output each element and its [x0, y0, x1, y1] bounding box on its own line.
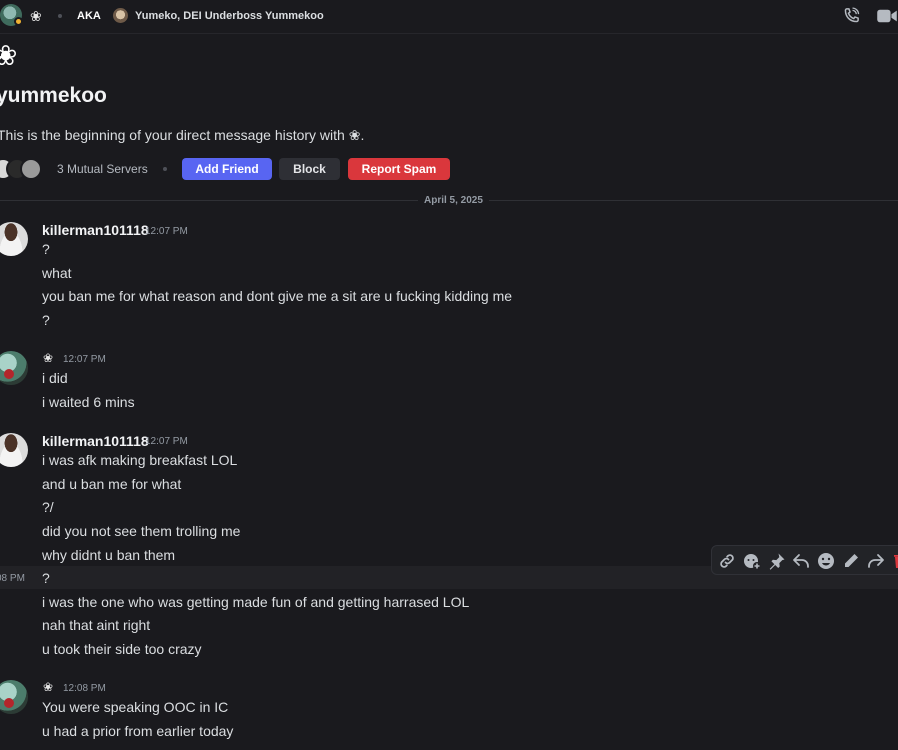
reply-icon[interactable]: [791, 551, 811, 571]
dm-header: ❀ AKA Yumeko, DEI Underboss Yummekoo: [0, 0, 898, 34]
message-timestamp: 12:07 PM: [145, 436, 188, 447]
message-timestamp: 12:08 PM: [63, 683, 106, 694]
separator-dot: [58, 14, 62, 18]
message-author[interactable]: ❀: [43, 679, 53, 695]
separator-dot: [163, 167, 167, 171]
message-text: why didnt u ban them: [42, 547, 176, 563]
phone-call-icon[interactable]: [842, 7, 860, 25]
message-text: ?: [42, 241, 50, 257]
avatar[interactable]: [0, 222, 28, 256]
message-text: and u ban me for what: [42, 476, 182, 492]
header-username[interactable]: ❀: [30, 7, 42, 25]
message-text: u took their side too crazy: [42, 641, 202, 657]
intro-title: yummekoo: [0, 84, 107, 107]
delete-icon[interactable]: [890, 551, 898, 571]
message-text: You were speaking OOC in IC: [42, 699, 229, 715]
forward-icon[interactable]: [866, 551, 886, 571]
message-text: i was the one who was getting made fun o…: [42, 594, 470, 610]
message-author[interactable]: killerman101118: [42, 221, 149, 239]
intro-avatar-glyph: ❀: [0, 40, 18, 71]
mutual-server-avatars[interactable]: [0, 158, 52, 180]
aka-name[interactable]: Yumeko, DEI Underboss Yummekoo: [135, 8, 324, 24]
video-call-icon[interactable]: [876, 8, 898, 24]
message-text: ?: [42, 312, 50, 328]
message-text: you ban me for what reason and dont give…: [42, 288, 513, 304]
avatar[interactable]: [0, 680, 28, 714]
report-spam-button[interactable]: Report Spam: [348, 158, 450, 180]
message-timestamp: 12:07 PM: [145, 226, 188, 237]
message-text: did you not see them trolling me: [42, 523, 241, 539]
edit-icon[interactable]: [841, 551, 861, 571]
aka-avatar: [113, 8, 128, 23]
block-button[interactable]: Block: [279, 158, 340, 180]
message-text: i did: [42, 370, 68, 386]
intro-text: This is the beginning of your direct mes…: [0, 127, 365, 143]
pin-icon[interactable]: [767, 551, 787, 571]
message-text: what: [42, 265, 72, 281]
message-timestamp: 08 PM: [0, 573, 25, 584]
add-reaction-icon[interactable]: [742, 551, 762, 571]
add-friend-button[interactable]: Add Friend: [182, 158, 272, 180]
status-idle-indicator: [14, 17, 23, 26]
message-text: u had a prior from earlier today: [42, 723, 234, 739]
message-text: i waited 6 mins: [42, 394, 135, 410]
message-text: ?: [42, 570, 50, 586]
aka-label: AKA: [77, 10, 101, 22]
message-author[interactable]: ❀: [43, 350, 53, 366]
message-text: ?/: [42, 499, 54, 515]
avatar[interactable]: [0, 433, 28, 467]
link-icon[interactable]: [717, 551, 737, 571]
message-text: i was afk making breakfast LOL: [42, 452, 238, 468]
avatar[interactable]: [0, 351, 28, 385]
emoji-icon[interactable]: [816, 551, 836, 571]
message-text: nah that aint right: [42, 617, 151, 633]
date-divider-label: April 5, 2025: [418, 194, 489, 207]
message-timestamp: 12:07 PM: [63, 354, 106, 365]
message-author[interactable]: killerman101118: [42, 432, 149, 450]
message-action-toolbar: [711, 545, 898, 575]
mutual-servers-link[interactable]: 3 Mutual Servers: [57, 161, 148, 177]
